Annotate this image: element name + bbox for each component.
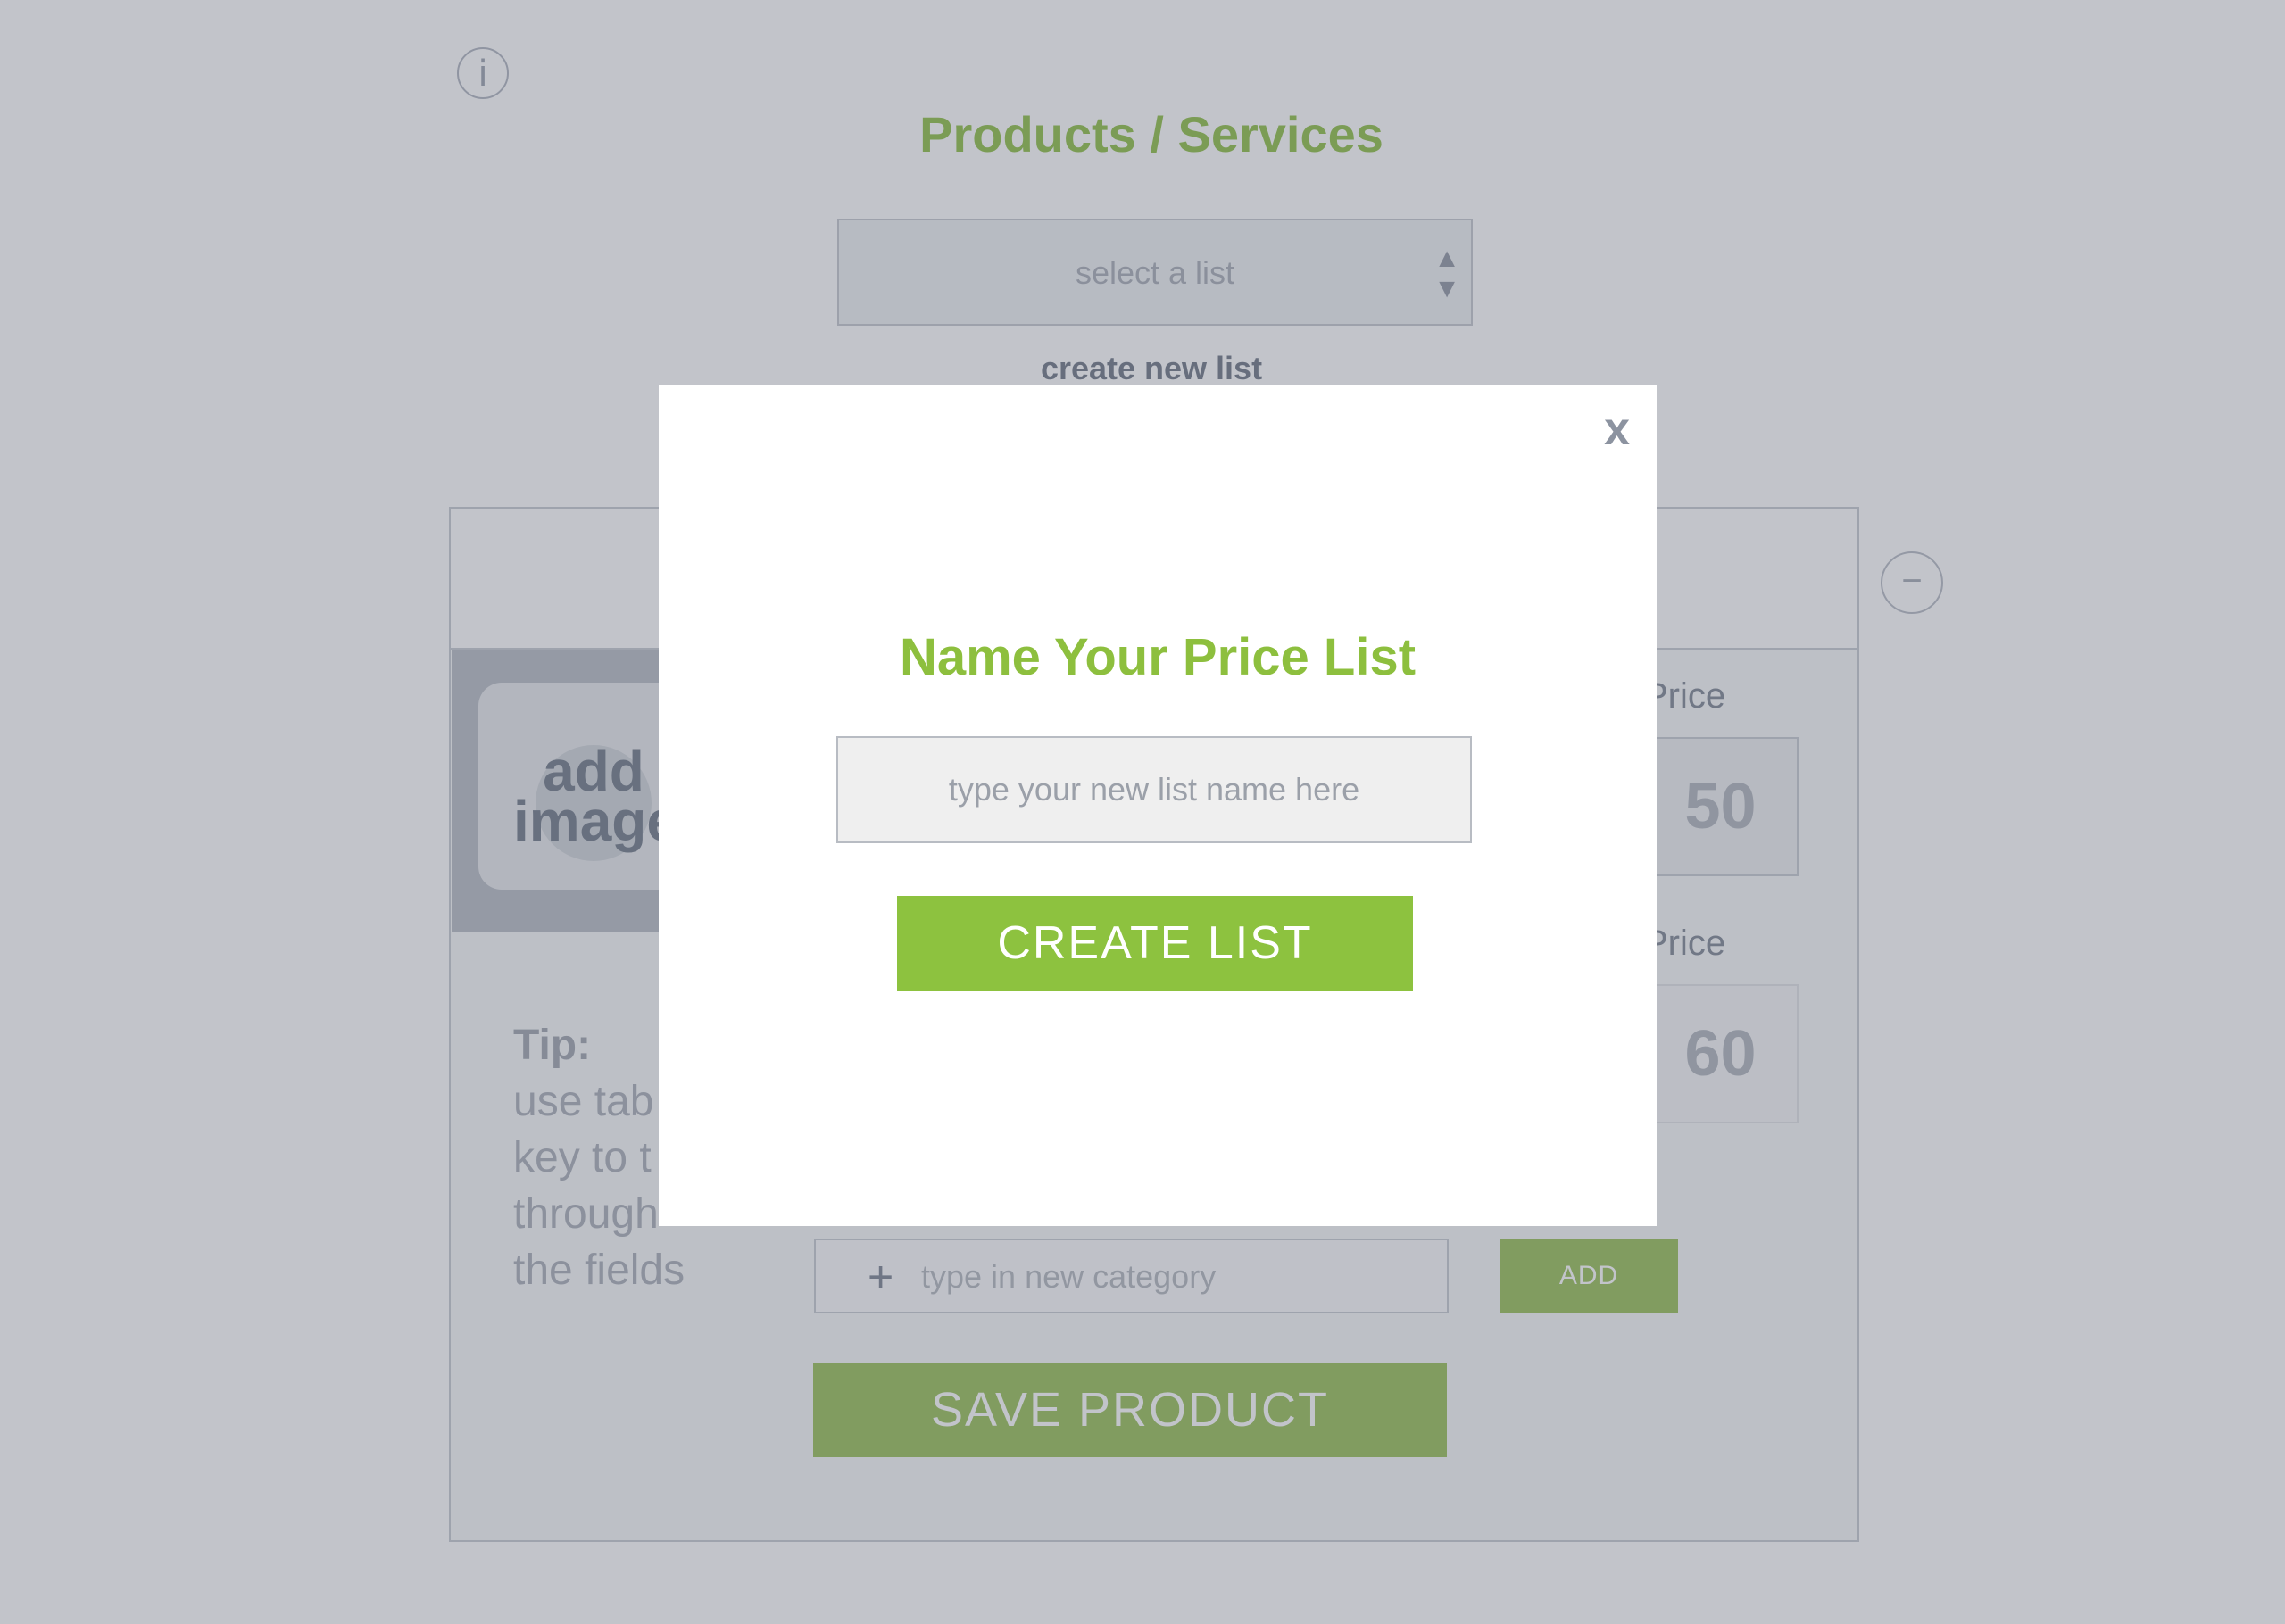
list-name-input[interactable]: [836, 736, 1472, 843]
create-list-button[interactable]: CREATE LIST: [897, 896, 1413, 991]
name-price-list-modal: x Name Your Price List CREATE LIST: [659, 385, 1657, 1226]
close-icon[interactable]: x: [1604, 402, 1630, 456]
modal-title: Name Your Price List: [899, 628, 1417, 686]
